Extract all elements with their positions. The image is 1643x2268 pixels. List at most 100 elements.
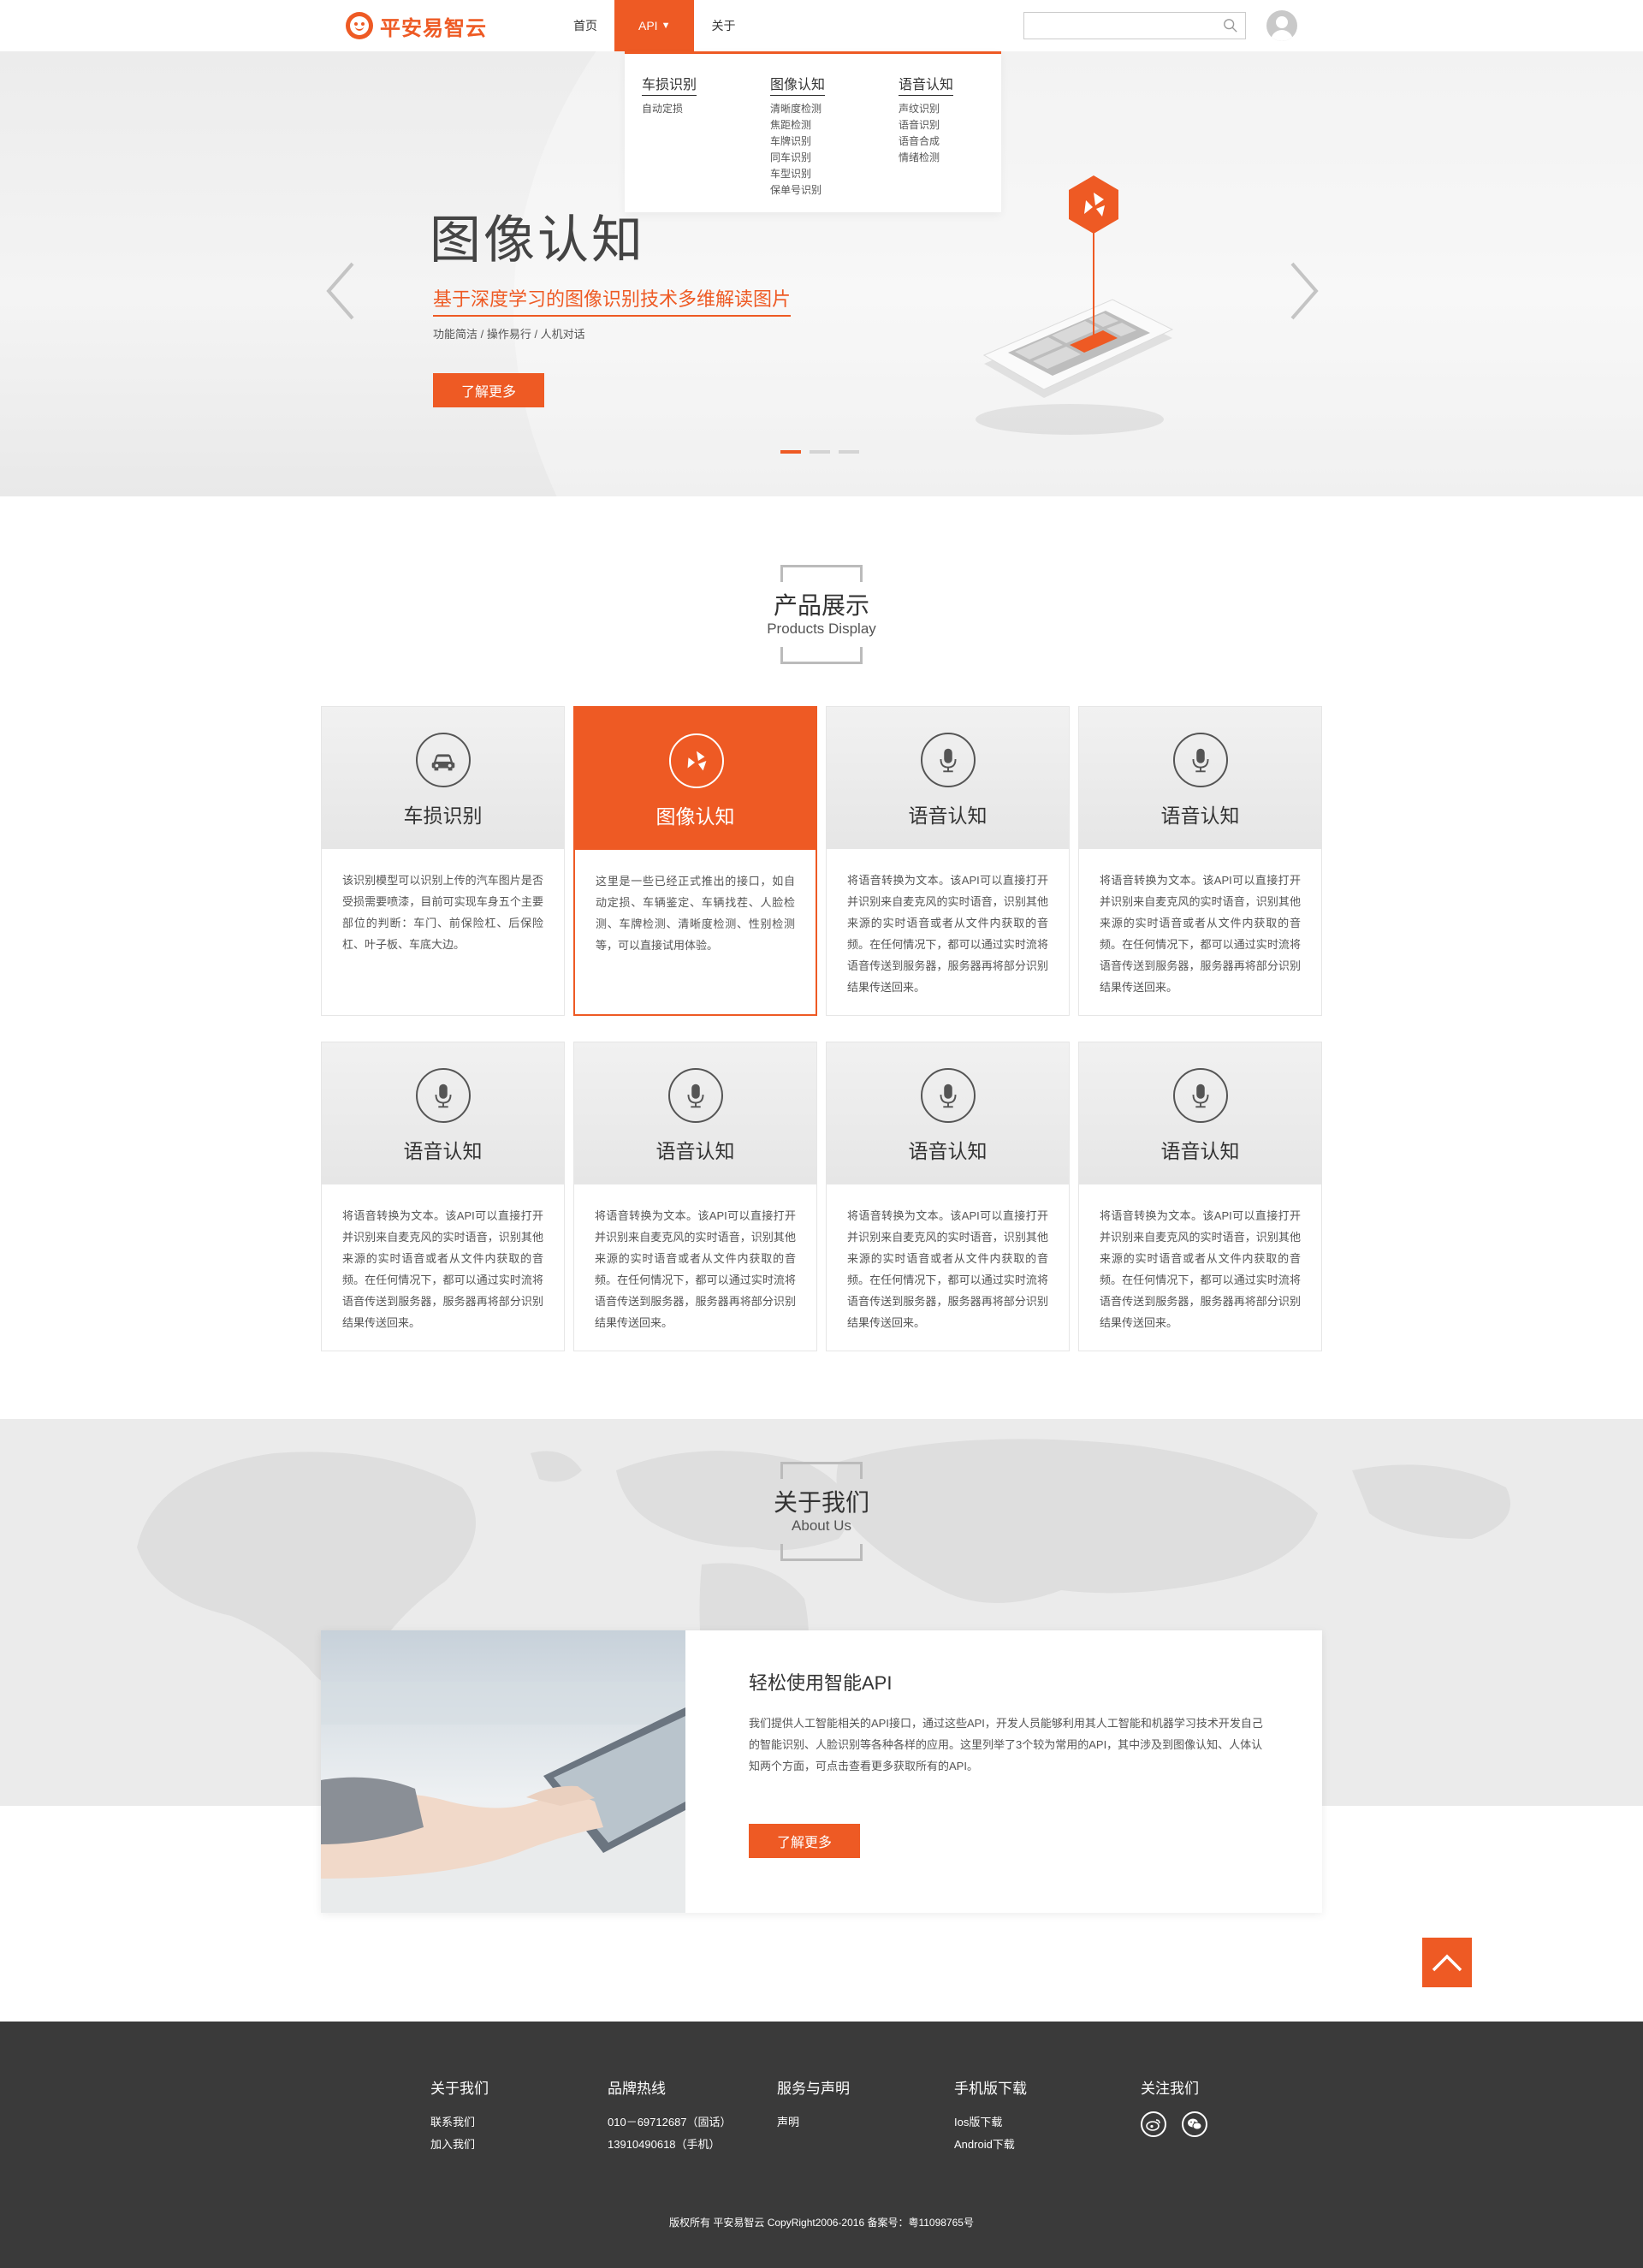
product-card-text: 将语音转换为文本。该API可以直接打开并识别来自麦克风的实时语音，识别其他来源的… xyxy=(595,1209,796,1329)
product-card-text: 这里是一些已经正式推出的接口，如自动定损、车辆鉴定、车辆找茬、人脸检测、车牌检测… xyxy=(596,875,795,952)
dropdown-item[interactable]: 声纹识别 xyxy=(899,101,953,117)
product-card-text: 将语音转换为文本。该API可以直接打开并识别来自麦克风的实时语音，识别其他来源的… xyxy=(847,1209,1048,1329)
logo-icon xyxy=(346,12,373,39)
banner-dot-1[interactable] xyxy=(780,450,801,454)
dropdown-column-image: 图像认知 清晰度检测 焦距检测 车牌识别 同车识别 车型识别 保单号识别 xyxy=(770,73,826,199)
footer-column-hotline: 品牌热线 010－69712687（固话） 13910490618（手机） xyxy=(608,2076,732,2156)
footer-column-about: 关于我们 联系我们 加入我们 xyxy=(430,2076,489,2156)
banner-title: 图像认知 xyxy=(430,211,645,269)
footer-column-download: 手机版下载 Ios版下载 Android下载 xyxy=(954,2076,1027,2156)
wechat-icon[interactable] xyxy=(1182,2111,1207,2137)
social-links xyxy=(1141,2111,1207,2137)
microphone-icon xyxy=(1173,1068,1228,1123)
dropdown-item[interactable]: 车型识别 xyxy=(770,166,825,182)
about-learn-more-button[interactable]: 了解更多 xyxy=(749,1824,860,1858)
product-card-text: 将语音转换为文本。该API可以直接打开并识别来自麦克风的实时语音，识别其他来源的… xyxy=(847,874,1048,994)
footer-heading: 关于我们 xyxy=(430,2081,489,2097)
footer-link-android[interactable]: Android下载 xyxy=(954,2134,1027,2156)
microphone-icon xyxy=(921,733,976,787)
dropdown-item[interactable]: 语音识别 xyxy=(899,117,953,134)
about-card-text: 我们提供人工智能相关的API接口，通过这些API，开发人员能够利用其人工智能和机… xyxy=(749,1717,1263,1772)
product-card[interactable]: 语音认知 将语音转换为文本。该API可以直接打开并识别来自麦克风的实时语音，识别… xyxy=(1078,706,1322,1016)
product-card[interactable]: 车损识别 该识别模型可以识别上传的汽车图片是否受损需要喷漆，目前可实现车身五个主… xyxy=(321,706,565,1016)
about-card-title: 轻松使用智能API xyxy=(749,1672,893,1694)
product-card[interactable]: 语音认知 将语音转换为文本。该API可以直接打开并识别来自麦克风的实时语音，识别… xyxy=(826,706,1070,1016)
footer-link-ios[interactable]: Ios版下载 xyxy=(954,2111,1027,2134)
product-card-title: 语音认知 xyxy=(655,1140,735,1162)
dropdown-item[interactable]: 语音合成 xyxy=(899,134,953,150)
dropdown-item[interactable]: 车牌识别 xyxy=(770,134,825,150)
nav-about-label: 关于 xyxy=(711,19,736,33)
footer-heading: 品牌热线 xyxy=(608,2081,666,2097)
footer-link-contact[interactable]: 联系我们 xyxy=(430,2111,489,2134)
banner-next-arrow[interactable] xyxy=(1285,257,1323,325)
search-input[interactable] xyxy=(1024,13,1213,39)
product-card-row-1: 车损识别 该识别模型可以识别上传的汽车图片是否受损需要喷漆，目前可实现车身五个主… xyxy=(321,706,1322,1016)
footer-phone-landline[interactable]: 010－69712687（固话） xyxy=(608,2111,732,2134)
top-header: 平安易智云 首页 API ▼ 关于 xyxy=(0,0,1643,51)
dropdown-item[interactable]: 自动定损 xyxy=(642,101,697,117)
product-card-highlighted[interactable]: 图像认知 这里是一些已经正式推出的接口，如自动定损、车辆鉴定、车辆找茬、人脸检测… xyxy=(573,706,817,1016)
nav-home-label: 首页 xyxy=(573,19,597,33)
user-avatar[interactable] xyxy=(1266,10,1297,41)
nav-api[interactable]: API ▼ xyxy=(614,0,695,51)
products-title: 产品展示 xyxy=(773,592,869,619)
products-section-heading: 产品展示 Products Display xyxy=(736,565,907,664)
dropdown-heading: 车损识别 xyxy=(642,73,697,96)
image-cognition-icon xyxy=(669,733,724,788)
about-card: 轻松使用智能API 我们提供人工智能相关的API接口，通过这些API，开发人员能… xyxy=(321,1630,1322,1913)
dropdown-item[interactable]: 同车识别 xyxy=(770,150,825,166)
dropdown-column-voice: 语音认知 声纹识别 语音识别 语音合成 情绪检测 xyxy=(899,73,954,166)
nav-about[interactable]: 关于 xyxy=(694,0,752,51)
banner-prev-arrow[interactable] xyxy=(322,257,359,325)
about-title: 关于我们 xyxy=(773,1489,869,1516)
site-footer: 关于我们 联系我们 加入我们 品牌热线 010－69712687（固话） 139… xyxy=(0,2022,1643,2268)
dropdown-item[interactable]: 清晰度检测 xyxy=(770,101,825,117)
banner-dot-3[interactable] xyxy=(839,450,859,454)
product-card-text: 将语音转换为文本。该API可以直接打开并识别来自麦克风的实时语音，识别其他来源的… xyxy=(1100,874,1301,994)
product-card[interactable]: 语音认知 将语音转换为文本。该API可以直接打开并识别来自麦克风的实时语音，识别… xyxy=(826,1042,1070,1351)
banner-subtitle: 基于深度学习的图像识别技术多维解读图片 xyxy=(433,284,792,317)
chevron-up-icon xyxy=(1432,1954,1462,1972)
weibo-icon[interactable] xyxy=(1141,2111,1166,2137)
microphone-icon xyxy=(668,1068,723,1123)
dropdown-heading: 语音认知 xyxy=(899,73,954,96)
dropdown-column-car: 车损识别 自动定损 xyxy=(642,73,697,117)
product-card-text: 该识别模型可以识别上传的汽车图片是否受损需要喷漆，目前可实现车身五个主要部位的判… xyxy=(342,874,543,951)
logo-text: 平安易智云 xyxy=(380,16,487,40)
footer-heading: 关注我们 xyxy=(1141,2081,1199,2097)
product-card-title: 图像认知 xyxy=(655,805,735,828)
dropdown-item[interactable]: 情绪检测 xyxy=(899,150,953,166)
back-to-top-button[interactable] xyxy=(1422,1938,1472,1987)
product-card[interactable]: 语音认知 将语音转换为文本。该API可以直接打开并识别来自麦克风的实时语音，识别… xyxy=(321,1042,565,1351)
product-card-text: 将语音转换为文本。该API可以直接打开并识别来自麦克风的实时语音，识别其他来源的… xyxy=(1100,1209,1301,1329)
footer-heading: 服务与声明 xyxy=(777,2081,850,2097)
banner-pagination xyxy=(780,450,859,454)
microphone-icon xyxy=(416,1068,471,1123)
products-subtitle: Products Display xyxy=(767,620,876,637)
dropdown-item[interactable]: 焦距检测 xyxy=(770,117,825,134)
product-card[interactable]: 语音认知 将语音转换为文本。该API可以直接打开并识别来自麦克风的实时语音，识别… xyxy=(573,1042,817,1351)
search-box xyxy=(1023,12,1246,39)
product-card-title: 语音认知 xyxy=(1160,1140,1240,1162)
main-nav: 首页 API ▼ 关于 xyxy=(556,0,752,51)
banner-dot-2[interactable] xyxy=(810,450,830,454)
footer-heading: 手机版下载 xyxy=(954,2081,1027,2097)
footer-link-statement[interactable]: 声明 xyxy=(777,2111,850,2134)
search-icon[interactable] xyxy=(1223,18,1238,33)
dropdown-item[interactable]: 保单号识别 xyxy=(770,182,825,199)
caret-down-icon: ▼ xyxy=(661,21,671,31)
footer-column-follow: 关注我们 xyxy=(1141,2076,1207,2137)
footer-link-join[interactable]: 加入我们 xyxy=(430,2134,489,2156)
footer-phone-mobile[interactable]: 13910490618（手机） xyxy=(608,2134,732,2156)
api-dropdown-menu: 车损识别 自动定损 图像认知 清晰度检测 焦距检测 车牌识别 同车识别 车型识别… xyxy=(625,51,1001,212)
product-card-row-2: 语音认知 将语音转换为文本。该API可以直接打开并识别来自麦克风的实时语音，识别… xyxy=(321,1042,1322,1351)
banner-learn-more-button[interactable]: 了解更多 xyxy=(433,373,544,407)
product-card-title: 车损识别 xyxy=(403,804,483,827)
nav-home[interactable]: 首页 xyxy=(556,0,614,51)
copyright-text: 版权所有 平安易智云 CopyRight2006-2016 备案号：粤11098… xyxy=(669,2217,974,2229)
chevron-left-icon xyxy=(326,262,354,320)
product-card[interactable]: 语音认知 将语音转换为文本。该API可以直接打开并识别来自麦克风的实时语音，识别… xyxy=(1078,1042,1322,1351)
about-subtitle: About Us xyxy=(792,1517,851,1534)
logo[interactable]: 平安易智云 xyxy=(346,12,487,40)
